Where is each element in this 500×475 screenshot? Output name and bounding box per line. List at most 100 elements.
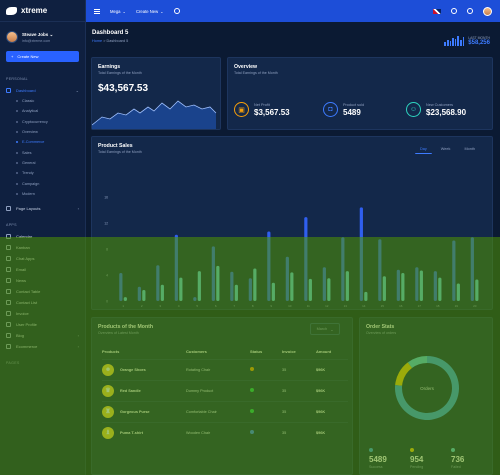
sidebar-item-email[interactable]: Email [0, 264, 85, 275]
bar-series-2[interactable] [419, 270, 423, 301]
table-row[interactable]: ♛ Red Sandle Dummy Product 35 $96K [102, 379, 348, 401]
x-tick-label: 18 [436, 304, 440, 308]
bar-series-1[interactable] [433, 271, 437, 301]
overview-item: ☺ New Customers $23,568.90 [406, 102, 466, 117]
sidebar-item-invoice[interactable]: Invoice [0, 308, 85, 319]
bar-series-2[interactable] [327, 278, 331, 301]
donut-slice-pending[interactable] [395, 362, 412, 386]
sidebar-item-news[interactable]: News [0, 275, 85, 286]
bar-series-1[interactable] [267, 231, 271, 301]
bar-series-1[interactable] [322, 267, 326, 301]
month-select[interactable]: March ⌄ [310, 323, 340, 335]
bullet-icon [16, 182, 18, 185]
bar-series-2[interactable] [345, 271, 349, 301]
bar-series-2[interactable] [456, 283, 460, 301]
bar-series-1[interactable] [452, 240, 456, 301]
bar-series-1[interactable] [156, 265, 160, 301]
x-tick-label: 16 [399, 304, 403, 308]
bar-series-2[interactable] [475, 279, 479, 301]
menu-icon[interactable] [94, 8, 100, 14]
bar-series-2[interactable] [197, 271, 201, 301]
table-row[interactable]: ♝ Puma T-shirt Wooden Chair 35 $96K [102, 421, 348, 443]
sidebar-subitem-cryptocurrency[interactable]: Cryptocurrency [0, 117, 85, 127]
sidebar-subitem-trendy[interactable]: Trendy [0, 168, 85, 178]
bar-series-1[interactable] [230, 271, 234, 301]
bar-series-1[interactable] [193, 297, 197, 301]
sidebar-subitem-modern[interactable]: Modern [0, 189, 85, 199]
bar-series-2[interactable] [234, 284, 238, 301]
bar-series-2[interactable] [123, 297, 127, 301]
sidebar-item-dashboard[interactable]: Dashboard ⌄ [0, 85, 85, 96]
bar-series-2[interactable] [438, 277, 442, 301]
user-profile[interactable]: Steave Jobs ⌄ info@xtreme.com [0, 22, 85, 49]
sidebar-item-userprofile[interactable]: User Profile [0, 319, 85, 330]
bar-series-2[interactable] [160, 284, 164, 301]
bar-series-2[interactable] [290, 272, 294, 301]
donut-slice-failed[interactable] [407, 356, 427, 369]
sidebar-subitem-sales[interactable]: Sales [0, 147, 85, 157]
mega-menu[interactable]: Mega ⌄ [110, 9, 126, 14]
flag-icon[interactable] [433, 8, 441, 14]
order-donut-chart: Orders [395, 356, 459, 420]
invoice-icon [6, 310, 11, 316]
bar-series-1[interactable] [341, 237, 345, 301]
bar-series-1[interactable] [211, 246, 215, 301]
bar-series-1[interactable] [137, 286, 141, 301]
sidebar-subitem-general[interactable]: General [0, 158, 85, 168]
bar-series-1[interactable] [359, 207, 363, 301]
bar-series-1[interactable] [248, 278, 252, 301]
bar-series-2[interactable] [179, 277, 183, 301]
sidebar-item-calendar[interactable]: Calendar [0, 231, 85, 242]
bar-series-1[interactable] [304, 217, 308, 301]
earnings-card: Earnings Total Earnings of the Month $43… [91, 57, 221, 130]
bar-series-2[interactable] [142, 289, 146, 301]
contactlist-icon [6, 299, 11, 305]
sidebar-subitem-ecommerce[interactable]: E-Commerce [0, 137, 85, 147]
bar-series-1[interactable] [378, 239, 382, 301]
topbar-avatar[interactable] [483, 6, 492, 16]
sidebar-item-contactlist[interactable]: Contact List [0, 297, 85, 308]
news-icon [6, 277, 11, 283]
bullet-icon [16, 100, 18, 103]
sidebar-subitem-overview[interactable]: Overview [0, 127, 85, 137]
bar-series-1[interactable] [415, 267, 419, 301]
bar-series-2[interactable] [364, 291, 368, 301]
table-row[interactable]: ☻ Orange Shoes Rotating Chair 35 $96K [102, 358, 348, 380]
sidebar-subitem-campaign[interactable]: Campaign [0, 178, 85, 188]
sidebar-item-ecommerce[interactable]: Ecommerce › [0, 341, 85, 352]
sidebar-subitem-classic[interactable]: Classic [0, 96, 85, 106]
overview-card: Overview Total Earnings of the Month ▣ Ne… [227, 57, 493, 130]
bar-series-2[interactable] [401, 273, 405, 301]
bar-series-1[interactable] [119, 273, 123, 301]
bullet-icon [16, 151, 18, 154]
search-icon[interactable] [173, 8, 180, 14]
sidebar-item-contacttable[interactable]: Contact Table [0, 286, 85, 297]
sidebar-item-blog[interactable]: Blog › [0, 330, 85, 341]
bell-icon[interactable] [451, 8, 457, 14]
sidebar-item-chatapps[interactable]: Chat Apps [0, 253, 85, 264]
create-new-menu[interactable]: Create New ⌄ [136, 9, 164, 14]
bar-series-1[interactable] [396, 269, 400, 301]
bar-series-2[interactable] [382, 276, 386, 301]
breadcrumb-home[interactable]: Home [92, 39, 102, 43]
products-table: Products Customers Status Invoice Amount ☻ Or… [102, 345, 348, 443]
bar-series-2[interactable] [216, 265, 220, 301]
table-row[interactable]: ♜ Gorgeous Purse Comfortable Chair 35 $96K [102, 400, 348, 422]
sidebar-item-kanban[interactable]: Kanban [0, 242, 85, 253]
overview-item: ▣ Net Profit $3,567.53 [234, 102, 290, 117]
bar-series-2[interactable] [271, 282, 275, 301]
bar-series-1[interactable] [470, 237, 474, 301]
legend-dot [410, 448, 414, 452]
logo[interactable]: xtreme [0, 0, 85, 22]
chevron-down-icon: ⌄ [330, 327, 334, 332]
message-icon[interactable] [467, 8, 473, 14]
sidebar-item-page-layouts[interactable]: Page Layouts › [0, 203, 85, 214]
bar-series-1[interactable] [174, 234, 178, 301]
bar-series-2[interactable] [308, 278, 312, 301]
x-tick-label: 15 [381, 304, 385, 308]
wallet-icon: ▣ [234, 102, 249, 117]
bar-series-2[interactable] [253, 268, 257, 302]
bar-series-1[interactable] [285, 256, 289, 301]
sidebar-subitem-analytical[interactable]: Analytical [0, 106, 85, 116]
create-new-button[interactable]: + Create New [6, 51, 79, 62]
